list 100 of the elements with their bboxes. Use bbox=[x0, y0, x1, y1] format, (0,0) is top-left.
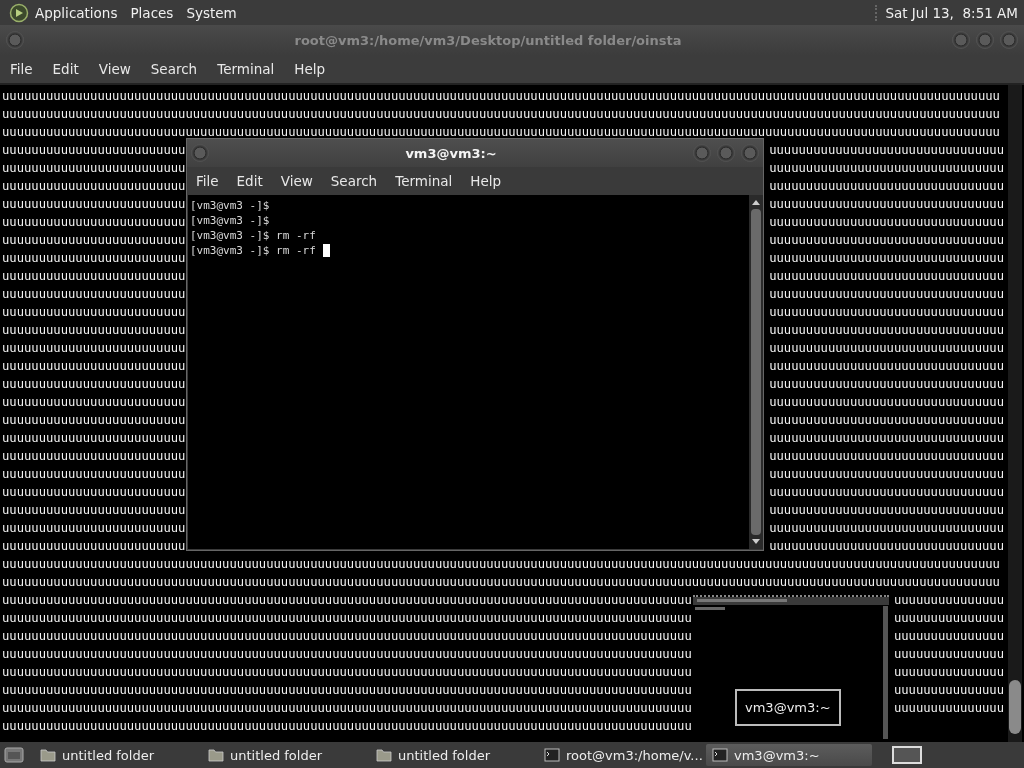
terminal-icon bbox=[712, 748, 728, 762]
scroll-up-icon[interactable] bbox=[751, 198, 761, 206]
menu-item[interactable]: File bbox=[10, 61, 33, 77]
terminal-line: [vm3@vm3 -]$ bbox=[190, 214, 270, 227]
scrollbar[interactable] bbox=[749, 195, 763, 549]
workspace-switcher[interactable] bbox=[892, 746, 922, 764]
menu-item[interactable]: Search bbox=[330, 173, 378, 189]
minimize-button[interactable] bbox=[952, 31, 970, 49]
terminal-line: uuuuuuuuuuuuuuuuuuuuuuuuuuuuuuuu bbox=[769, 322, 1004, 339]
terminal-line: uuuuuuuuuuuuuuuuuuuuuuuuuuuuuuuu bbox=[769, 250, 1004, 267]
terminal-line: uuuuuuuuuuuuuuuuuuuuuuuuuuuuuuuu bbox=[769, 484, 1004, 501]
terminal-line: uuuuuuuuuuuuuuuuuuuuuuuuu bbox=[2, 322, 186, 339]
menu-item[interactable]: Help bbox=[470, 173, 502, 189]
terminal-line: uuuuuuuuuuuuuuuuuuuuuuuuu bbox=[2, 412, 186, 429]
terminal-line: uuuuuuuuuuuuuuuuuuuuuuuuu bbox=[2, 340, 186, 357]
terminal-line: uuuuuuuuuuuuuuuuuuuuuuuuu bbox=[2, 214, 186, 231]
terminal-line: uuuuuuuuuuuuuuuuuuuuuuuuu bbox=[2, 358, 186, 375]
minimize-button[interactable] bbox=[693, 144, 711, 162]
terminal-line: uuuuuuuuuuuuuuuuuuuuuuuuuuuuuuuuuuuuuuuuuuuuuuuuuuuuuuuuuuuuuuuuuuuuuuuuuuuuuuuuuuuuuuuuuuuuuu bbox=[2, 700, 692, 717]
close-button[interactable] bbox=[1000, 31, 1018, 49]
scroll-down-icon[interactable] bbox=[751, 538, 761, 546]
terminal-line: uuuuuuuuuuuuuuuuuuuuuuuuuuuuuuuuuuuuuuuuuuuuuuuuuuuuuuuuuuuuuuuuuuuuuuuuuuuuuuuuuuuuuuuuuuuuuu bbox=[2, 592, 692, 609]
terminal-line: uuuuuuuuuuuuuuuuuuuuuuuuuuuuuuuuuuuuuuuuuuuuuuuuuuuuuuuuuuuuuuuuuuuuuuuuuuuuuuuuuuuuuuuuuuuuuu bbox=[2, 610, 692, 627]
menu-item[interactable]: Help bbox=[294, 61, 326, 77]
menu-item[interactable]: Search bbox=[150, 61, 198, 77]
terminal-line: uuuuuuuuuuuuuuuuuuuuuuuuu bbox=[2, 304, 186, 321]
menu-item[interactable]: Terminal bbox=[217, 61, 275, 77]
terminal-line: uuuuuuuuuuuuuuuuuuuuuuuuu bbox=[2, 178, 186, 195]
terminal-line: uuuuuuuuuuuuuuuuuuuuuuuuu bbox=[2, 484, 186, 501]
terminal-line: uuuuuuuuuuuuuuuuuuuuuuuuuuuuuuuu bbox=[769, 394, 1004, 411]
terminal-line: [vm3@vm3 -]$ rm -rf bbox=[190, 244, 316, 257]
text-cursor bbox=[322, 244, 330, 257]
menu-item[interactable]: View bbox=[280, 173, 313, 189]
window-title: vm3@vm3:~ bbox=[404, 145, 498, 161]
taskbar-button[interactable]: vm3@vm3:~ bbox=[706, 744, 872, 766]
terminal-line: uuuuuuuuuuuuuuuuuuuuuuuuu bbox=[2, 538, 186, 555]
terminal-line: uuuuuuuuuuuuuuuuuuuuuuuuu bbox=[2, 502, 186, 519]
window-menu-button[interactable] bbox=[191, 144, 209, 162]
terminal-line: uuuuuuuuuuuuuuu bbox=[893, 700, 1004, 717]
terminal-icon bbox=[544, 748, 560, 762]
taskbar-button[interactable]: untitled folder bbox=[370, 744, 536, 766]
scrollbar-thumb[interactable] bbox=[751, 209, 761, 535]
maximize-button[interactable] bbox=[976, 31, 994, 49]
window-menu-button[interactable] bbox=[6, 31, 24, 49]
menu-item[interactable]: Terminal bbox=[395, 173, 453, 189]
terminal-line: uuuuuuuuuuuuuuuuuuuuuuuuuuuuuuuuuuuuuuuuuuuuuuuuuuuuuuuuuuuuuuuuuuuuuuuuuuuuuuuuuuuuuuuuuuuuuu bbox=[2, 718, 692, 735]
clock[interactable]: Sat Jul 13, 8:51 AM bbox=[875, 4, 1018, 21]
taskbar-button[interactable]: untitled folder bbox=[34, 744, 200, 766]
terminal-line: uuuuuuuuuuuuuuuuuuuuuuuuuuuuuuuuuuuuuuuuuuuuuuuuuuuuuuuuuuuuuuuuuuuuuuuuuuuuuuuuuuuuuuuuuuuuuuuuuuuuuuuuuuuuuuuuuuuuuuuuuuuuuuuuuuuuuuuu bbox=[2, 106, 1000, 123]
terminal-line: uuuuuuuuuuuuuuu bbox=[893, 628, 1004, 645]
terminal-line: uuuuuuuuuuuuuuu bbox=[893, 592, 1004, 609]
terminal-line: uuuuuuuuuuuuuuuuuuuuuuuuu bbox=[2, 520, 186, 537]
terminal-line: uuuuuuuuuuuuuuuuuuuuuuuuu bbox=[2, 142, 186, 159]
terminal-line: uuuuuuuuuuuuuuuuuuuuuuuuuuuuuuuu bbox=[769, 214, 1004, 231]
terminal-line: uuuuuuuuuuuuuuuuuuuuuuuuuuuuuuuu bbox=[769, 304, 1004, 321]
terminal-line: uuuuuuuuuuuuuuuuuuuuuuuuuuuuuuuu bbox=[769, 340, 1004, 357]
folder-icon bbox=[208, 748, 224, 762]
menu-item[interactable]: Edit bbox=[52, 61, 79, 77]
taskbar-button[interactable]: root@vm3:/home/v... bbox=[538, 744, 704, 766]
terminal-line: uuuuuuuuuuuuuuuuuuuuuuuuuuuuuuuuuuuuuuuuuuuuuuuuuuuuuuuuuuuuuuuuuuuuuuuuuuuuuuuuuuuuuuuuuuuuuuuuuuuuuuuuuuuuuuuuuuuuuuuuuuuuuuuuuuuuuuuu bbox=[2, 88, 1000, 105]
close-button[interactable] bbox=[741, 144, 759, 162]
terminal-line: uuuuuuuuuuuuuuuuuuuuuuuuuuuuuuuu bbox=[769, 268, 1004, 285]
terminal-line: uuuuuuuuuuuuuuuuuuuuuuuuu bbox=[2, 286, 186, 303]
terminal-line: uuuuuuuuuuuuuuuuuuuuuuuuuuuuuuuuuuuuuuuuuuuuuuuuuuuuuuuuuuuuuuuuuuuuuuuuuuuuuuuuuuuuuuuuuuuuuu bbox=[2, 664, 692, 681]
terminal-line: uuuuuuuuuuuuuuuuuuuuuuuuuuuuuuuu bbox=[769, 376, 1004, 393]
terminal-line: uuuuuuuuuuuuuuuuuuuuuuuuuuuuuuuuuuuuuuuuuuuuuuuuuuuuuuuuuuuuuuuuuuuuuuuuuuuuuuuuuuuuuuuuuuuuuu bbox=[2, 628, 692, 645]
terminal-line: uuuuuuuuuuuuuuuuuuuuuuuuuuuuuuuu bbox=[769, 142, 1004, 159]
terminal-line: uuuuuuuuuuuuuuuuuuuuuuuuuuuuuuuuuuuuuuuuuuuuuuuuuuuuuuuuuuuuuuuuuuuuuuuuuuuuuuuuuuuuuuuuuuuuuu bbox=[2, 682, 692, 699]
terminal-line: uuuuuuuuuuuuuuuuuuuuuuuuuuuuuuuuuuuuuuuuuuuuuuuuuuuuuuuuuuuuuuuuuuuuuuuuuuuuuuuuuuuuuuuuuuuuuu bbox=[2, 646, 692, 663]
terminal-line: uuuuuuuuuuuuuuuuuuuuuuuuu bbox=[2, 196, 186, 213]
terminal-line: uuuuuuuuuuuuuuuuuuuuuuuuuuuuuuuu bbox=[769, 196, 1004, 213]
terminal-line: uuuuuuuuuuuuuuuuuuuuuuuuu bbox=[2, 250, 186, 267]
terminal-line: uuuuuuuuuuuuuuuuuuuuuuuuu bbox=[2, 394, 186, 411]
terminal-line: uuuuuuuuuuuuuuuuuuuuuuuuuuuuuuuu bbox=[769, 430, 1004, 447]
terminal-line: uuuuuuuuuuuuuuuuuuuuuuuuuuuuuuuu bbox=[769, 448, 1004, 465]
scrollbar-thumb[interactable] bbox=[1009, 680, 1021, 734]
show-desktop-icon[interactable] bbox=[4, 746, 24, 764]
terminal-line: uuuuuuuuuuuuuuuuuuuuuuuuuuuuuuuu bbox=[769, 502, 1004, 519]
panel-menu[interactable]: System bbox=[186, 4, 237, 21]
terminal-line: uuuuuuuuuuuuuuu bbox=[893, 682, 1004, 699]
folder-icon bbox=[40, 748, 56, 762]
terminal-line: uuuuuuuuuuuuuuuuuuuuuuuuuuuuuuuu bbox=[769, 232, 1004, 249]
panel-menu[interactable]: Places bbox=[130, 4, 174, 21]
terminal-line: [vm3@vm3 -]$ bbox=[190, 199, 270, 212]
scrollbar[interactable] bbox=[1008, 85, 1022, 742]
terminal-line: uuuuuuuuuuuuuuuuuuuuuuuuuuuuuuuuuuuuuuuuuuuuuuuuuuuuuuuuuuuuuuuuuuuuuuuuuuuuuuuuuuuuuuuuuuuuuuuuuuuuuuuuuuuuuuuuuuuuuuuuuuuuuuuuuuuuuuuu bbox=[2, 124, 1000, 141]
logo-icon[interactable] bbox=[9, 2, 29, 23]
menu-item[interactable]: Edit bbox=[236, 173, 263, 189]
menu-item[interactable]: View bbox=[98, 61, 131, 77]
terminal-line: uuuuuuuuuuuuuuu bbox=[893, 610, 1004, 627]
terminal-line: uuuuuuuuuuuuuuu bbox=[893, 646, 1004, 663]
tooltip: vm3@vm3:~ bbox=[735, 689, 841, 726]
taskbar-button[interactable]: untitled folder bbox=[202, 744, 368, 766]
terminal-line: [vm3@vm3 -]$ rm -rf bbox=[190, 229, 316, 242]
terminal-line: uuuuuuuuuuuuuuuuuuuuuuuuu bbox=[2, 160, 186, 177]
terminal-line: uuuuuuuuuuuuuuuuuuuuuuuuuuuuuuuu bbox=[769, 412, 1004, 429]
maximize-button[interactable] bbox=[717, 144, 735, 162]
menu-item[interactable]: File bbox=[196, 173, 219, 189]
terminal-line: uuuuuuuuuuuuuuuuuuuuuuuuuuuuuuuu bbox=[769, 538, 1004, 555]
panel-menu[interactable]: Applications bbox=[35, 4, 118, 21]
